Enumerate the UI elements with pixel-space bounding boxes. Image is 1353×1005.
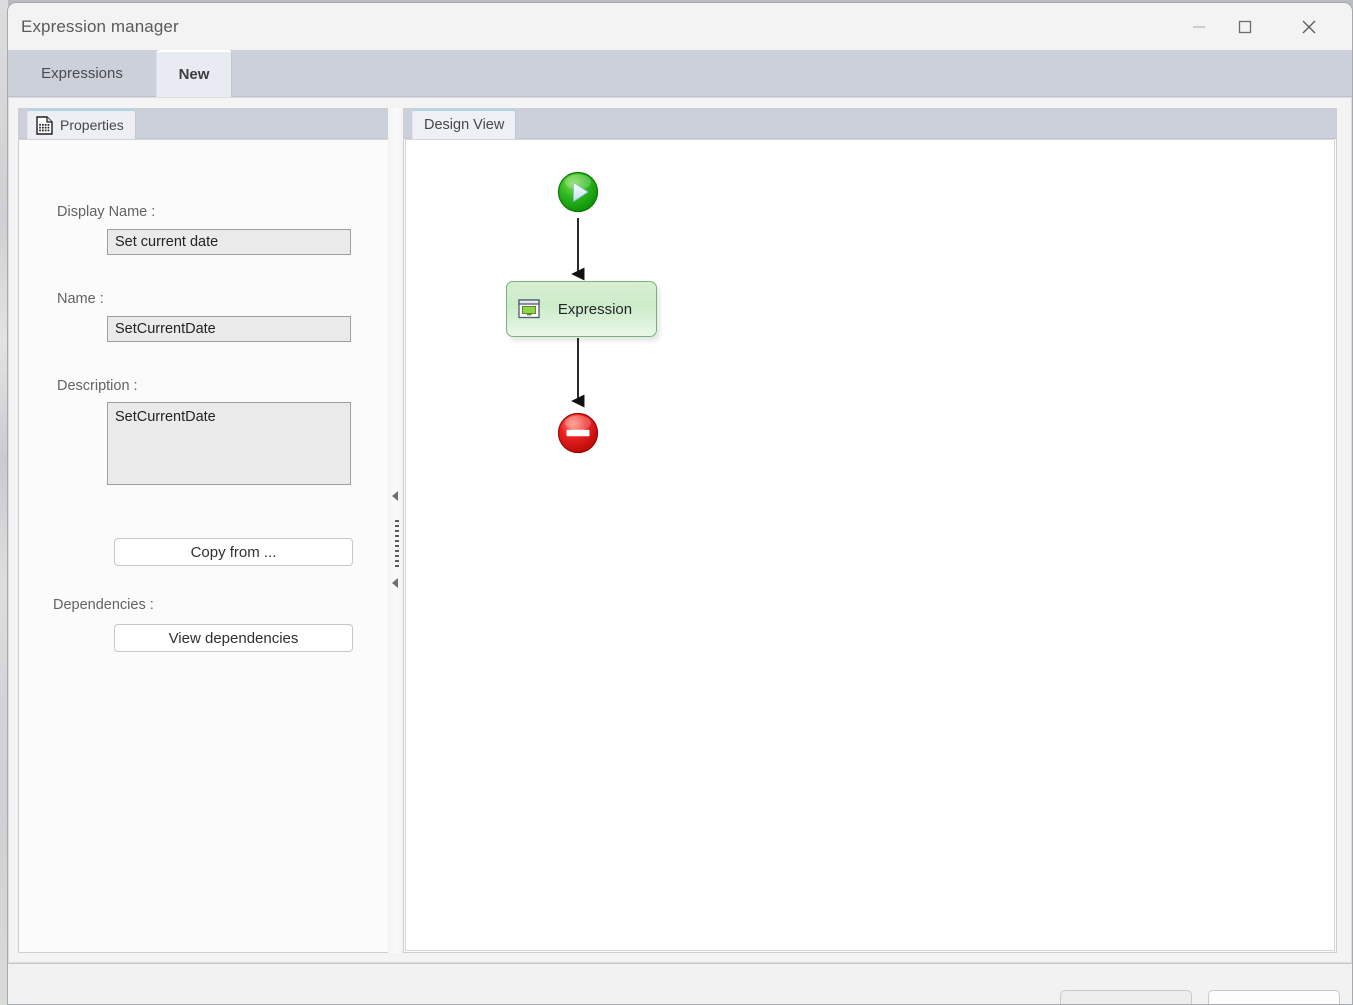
name-input[interactable] [107,316,351,342]
tab-new[interactable]: New [156,50,232,97]
tab-design-view[interactable]: Design View [412,109,517,139]
description-label: Description : [57,378,138,394]
title-bar: Expression manager [8,3,1352,50]
design-pane: Design View Expression [403,108,1337,953]
display-name-input[interactable] [107,229,351,255]
expression-node-label: Expression [557,300,633,318]
description-textarea[interactable]: SetCurrentDate [107,402,351,485]
minimize-icon [1193,25,1205,28]
main-tab-strip: Expressions New [8,50,1352,97]
properties-pane: Properties Display Name : Name : Descrip… [18,108,396,953]
expression-node[interactable]: Expression [506,281,657,337]
copy-from-button[interactable]: Copy from ... [114,538,353,566]
window-title: Expression manager [21,17,179,36]
design-canvas[interactable]: Expression [405,139,1335,951]
red-stop-circle-icon [554,409,602,457]
footer-primary-button[interactable] [1060,990,1192,1004]
minimize-button[interactable] [1176,3,1222,50]
green-play-circle-icon [554,168,602,216]
footer-bar [8,963,1352,1004]
tab-properties-label: Properties [60,117,124,133]
close-button[interactable] [1286,3,1332,50]
triangle-left-icon-lower[interactable] [392,578,398,588]
footer-secondary-button[interactable] [1208,990,1340,1004]
end-node[interactable] [553,408,603,458]
expression-window-icon [518,299,540,319]
dotted-grip-icon[interactable] [394,520,399,568]
expression-manager-window: Expression manager Expressions New Prope… [7,2,1353,1005]
triangle-left-icon[interactable] [392,491,398,501]
content-area: Properties Display Name : Name : Descrip… [8,97,1352,963]
properties-document-icon [36,115,53,135]
start-node[interactable] [553,167,603,217]
close-icon [1302,20,1316,33]
maximize-button[interactable] [1222,3,1268,50]
properties-form: Display Name : Name : Description : SetC… [19,139,395,952]
tab-expressions[interactable]: Expressions [8,50,156,97]
properties-tab-row: Properties [19,109,395,139]
tab-properties[interactable]: Properties [27,109,136,139]
design-tab-row: Design View [404,109,1336,139]
display-name-label: Display Name : [57,204,156,220]
maximize-icon [1238,20,1252,33]
dependencies-label: Dependencies : [53,597,154,613]
flow-connectors [571,218,585,408]
view-dependencies-button[interactable]: View dependencies [114,624,353,652]
name-label: Name : [57,291,104,307]
